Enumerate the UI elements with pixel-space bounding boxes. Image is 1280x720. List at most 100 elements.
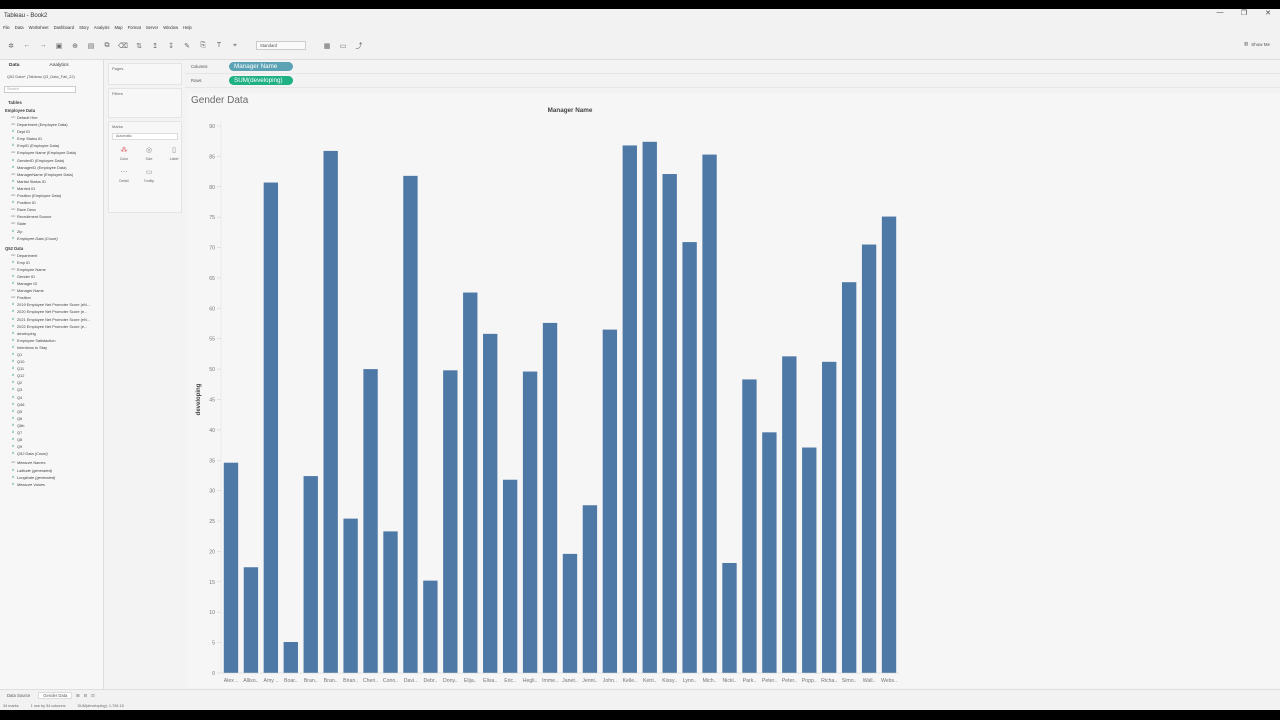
sort-ascending-icon[interactable]: ↥	[150, 41, 160, 51]
generated-field[interactable]: Measure Names	[0, 459, 103, 466]
table-q52-data[interactable]: Q52 Data	[0, 245, 103, 252]
label-button[interactable]: ▯ Label	[164, 143, 184, 161]
new-dashboard-icon[interactable]: ⊟	[84, 693, 88, 698]
menu-help[interactable]: Help	[183, 25, 192, 30]
mark-type-select[interactable]: Automatic	[112, 133, 178, 140]
share-icon[interactable]: ⤴	[354, 41, 364, 51]
pages-card[interactable]: Pages	[108, 63, 182, 85]
menu-map[interactable]: Map	[114, 25, 122, 30]
undo-icon[interactable]: ←	[22, 41, 32, 51]
employee-data-field[interactable]: Marital Status ID	[0, 178, 103, 185]
tableau-logo-icon[interactable]: ✲	[6, 41, 16, 51]
minimize-icon[interactable]: —	[1208, 9, 1232, 17]
close-icon[interactable]: ✕	[1256, 9, 1280, 17]
employee-data-field[interactable]: Employee Name (Employee Data)	[0, 149, 103, 156]
q52-data-field[interactable]: Manager ID	[0, 280, 103, 287]
q52-data-field[interactable]: Employee Name	[0, 266, 103, 273]
highlight-icon[interactable]: ✎	[182, 41, 192, 51]
menu-format[interactable]: Format	[128, 25, 141, 30]
q52-data-field[interactable]: Intentions to Stay	[0, 344, 103, 351]
q52-data-field[interactable]: Q8	[0, 436, 103, 443]
columns-shelf[interactable]: Columns Manager Name	[185, 60, 1280, 74]
generated-field[interactable]: Measure Values	[0, 481, 103, 488]
labels-icon[interactable]: T	[214, 41, 224, 51]
generated-field[interactable]: Latitude (generated)	[0, 467, 103, 474]
q52-data-field[interactable]: Employee Satisfaction	[0, 337, 103, 344]
q52-data-field[interactable]: 2022 Employee Net Promoter Score (e...	[0, 323, 103, 330]
new-story-icon[interactable]: ⊡	[91, 693, 95, 698]
menu-analysis[interactable]: Analysis	[94, 25, 110, 30]
rows-pill[interactable]: SUM(developing)	[229, 76, 293, 85]
pin-icon[interactable]: ⌖	[230, 41, 240, 51]
save-icon[interactable]: ▣	[54, 41, 64, 51]
menu-data[interactable]: Data	[15, 25, 24, 30]
color-button[interactable]: ⁂ Color	[114, 143, 134, 161]
new-datasource-icon[interactable]: ⊕	[70, 41, 80, 51]
menu-server[interactable]: Server	[146, 25, 158, 30]
employee-data-field[interactable]: Zip	[0, 228, 103, 235]
q52-data-field[interactable]: Q2	[0, 379, 103, 386]
cards-icon[interactable]: ▦	[322, 41, 332, 51]
employee-data-field[interactable]: GenderID (Employee Data)	[0, 157, 103, 164]
size-button[interactable]: ◎ Size	[139, 143, 159, 161]
datasource-name[interactable]: Q52 Data+ (Tableau Q3_Data_Fall_22)	[0, 70, 103, 83]
q52-data-field[interactable]: Q9	[0, 443, 103, 450]
search-input[interactable]: Search	[4, 86, 76, 93]
group-icon[interactable]: ⎘	[198, 41, 208, 51]
employee-data-field[interactable]: Position ID	[0, 199, 103, 206]
q52-data-field[interactable]: Q6	[0, 415, 103, 422]
employee-data-field[interactable]: Position (Employee Data)	[0, 192, 103, 199]
menu-dashboard[interactable]: Dashboard	[54, 25, 75, 30]
new-worksheet-icon[interactable]: ▤	[86, 41, 96, 51]
q52-data-field[interactable]: Q1	[0, 351, 103, 358]
sort-descending-icon[interactable]: ↧	[166, 41, 176, 51]
generated-field[interactable]: Longitude (generated)	[0, 474, 103, 481]
menu-file[interactable]: File	[3, 25, 10, 30]
q52-data-field[interactable]: Gender ID	[0, 273, 103, 280]
employee-data-field[interactable]: Default Hire	[0, 114, 103, 121]
tooltip-button[interactable]: ▭ Tooltip	[139, 165, 159, 183]
employee-data-field[interactable]: Married ID	[0, 185, 103, 192]
menu-worksheet[interactable]: Worksheet	[29, 25, 49, 30]
q52-data-field[interactable]: Q6b	[0, 422, 103, 429]
q52-data-field[interactable]: Q11	[0, 365, 103, 372]
q52-data-field[interactable]: Q5	[0, 408, 103, 415]
employee-data-field[interactable]: Recruitment Source	[0, 213, 103, 220]
tab-gender-data[interactable]: Gender Data	[38, 691, 73, 699]
q52-data-field[interactable]: Q3	[0, 386, 103, 393]
tab-data[interactable]: Data	[9, 63, 19, 68]
columns-pill[interactable]: Manager Name	[229, 62, 293, 71]
q52-data-field[interactable]: Q4	[0, 394, 103, 401]
employee-data-field[interactable]: Emp Status ID	[0, 135, 103, 142]
q52-data-field[interactable]: Q46	[0, 401, 103, 408]
employee-data-field[interactable]: EmpID (Employee Data)	[0, 142, 103, 149]
employee-data-field[interactable]: Race Desc	[0, 206, 103, 213]
q52-data-field[interactable]: 2020 Employee Net Promoter Score (e...	[0, 308, 103, 315]
employee-data-field[interactable]: Employee Data (Count)	[0, 235, 103, 242]
table-employee-data[interactable]: Employee Data	[0, 107, 103, 114]
q52-data-field[interactable]: 2019 Employee Net Promoter Score (eN...	[0, 301, 103, 308]
q52-data-field[interactable]: Q52 Data (Count)	[0, 450, 103, 457]
menu-story[interactable]: Story	[79, 25, 89, 30]
q52-data-field[interactable]: Department	[0, 252, 103, 259]
q52-data-field[interactable]: Q7	[0, 429, 103, 436]
q52-data-field[interactable]: Position	[0, 294, 103, 301]
menu-window[interactable]: Window	[163, 25, 178, 30]
new-sheet-icon[interactable]: ⊞	[76, 693, 80, 698]
employee-data-field[interactable]: ManagerID (Employee Data)	[0, 164, 103, 171]
swap-icon[interactable]: ⇅	[134, 41, 144, 51]
q52-data-field[interactable]: Q10	[0, 358, 103, 365]
tab-data-source[interactable]: Data Source	[3, 693, 34, 698]
restore-icon[interactable]: ❐	[1232, 9, 1256, 17]
employee-data-field[interactable]: State	[0, 220, 103, 227]
q52-data-field[interactable]: developing	[0, 330, 103, 337]
clear-icon[interactable]: ⌫	[118, 41, 128, 51]
employee-data-field[interactable]: Dept ID	[0, 128, 103, 135]
detail-button[interactable]: ⋯ Detail	[114, 165, 134, 183]
employee-data-field[interactable]: Department (Employee Data)	[0, 121, 103, 128]
show-me-button[interactable]: ▥ Show Me	[1244, 41, 1270, 47]
fit-select[interactable]: Standard	[256, 41, 306, 50]
q52-data-field[interactable]: Q12	[0, 372, 103, 379]
rows-shelf[interactable]: Rows SUM(developing)	[185, 74, 1280, 88]
q52-data-field[interactable]: Emp ID	[0, 259, 103, 266]
